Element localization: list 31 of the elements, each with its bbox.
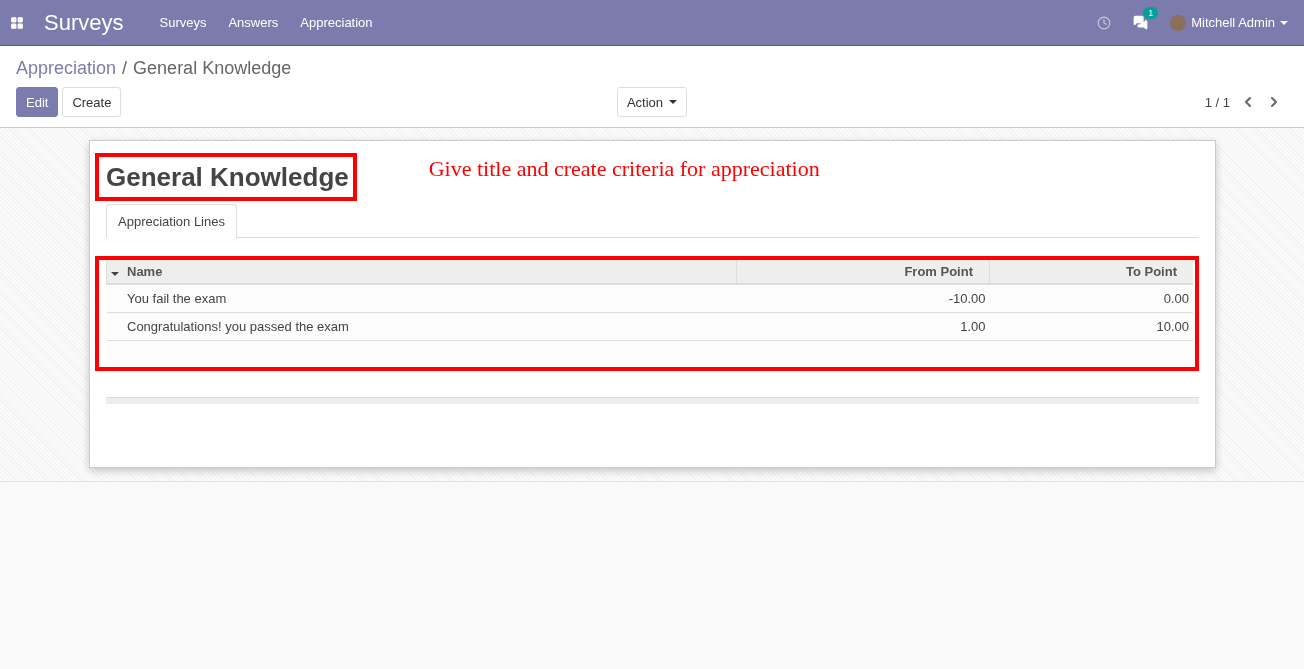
- table-cell: 1.00: [736, 312, 990, 341]
- annotation-text: Give title and create criteria for appreciation: [428, 156, 820, 182]
- table-cell: -10.00: [736, 284, 990, 313]
- caret-icon: [1280, 20, 1288, 25]
- table-cell: You fail the exam: [123, 284, 737, 313]
- table-cell: Congratulations! you passed the exam: [123, 312, 737, 341]
- pager-value: 1 / 1: [1204, 94, 1230, 110]
- menu-item[interactable]: Surveys: [159, 15, 207, 30]
- column-header[interactable]: From Point: [736, 260, 990, 284]
- table-cell: 0.00: [989, 284, 1193, 313]
- app-title: Surveys: [44, 9, 124, 36]
- apps-menu-icon[interactable]: [10, 15, 24, 30]
- chat-icon[interactable]: [1133, 15, 1149, 30]
- breadcrumb-link[interactable]: Appreciation: [16, 58, 117, 79]
- menu-item[interactable]: Appreciation: [300, 15, 373, 30]
- message-count-badge: 1: [1143, 7, 1159, 19]
- menu-item[interactable]: Answers: [228, 15, 279, 30]
- table-cell: 10.00: [989, 312, 1193, 341]
- tab[interactable]: Appreciation Lines: [106, 204, 237, 238]
- record-title: General Knowledge: [106, 161, 349, 194]
- column-header[interactable]: Name: [123, 260, 737, 284]
- breadcrumb-separator: /: [122, 58, 128, 79]
- column-header[interactable]: To Point: [989, 260, 1193, 284]
- create-button[interactable]: Create: [62, 87, 122, 117]
- avatar-placeholder: [1170, 14, 1187, 31]
- user-menu[interactable]: Mitchell Admin: [1170, 14, 1288, 31]
- breadcrumb-current: General Knowledge: [133, 58, 292, 79]
- action-dropdown[interactable]: Action: [616, 87, 688, 117]
- edit-button[interactable]: Edit: [16, 87, 59, 117]
- sort-header[interactable]: [106, 260, 123, 284]
- caret-icon: [111, 272, 119, 276]
